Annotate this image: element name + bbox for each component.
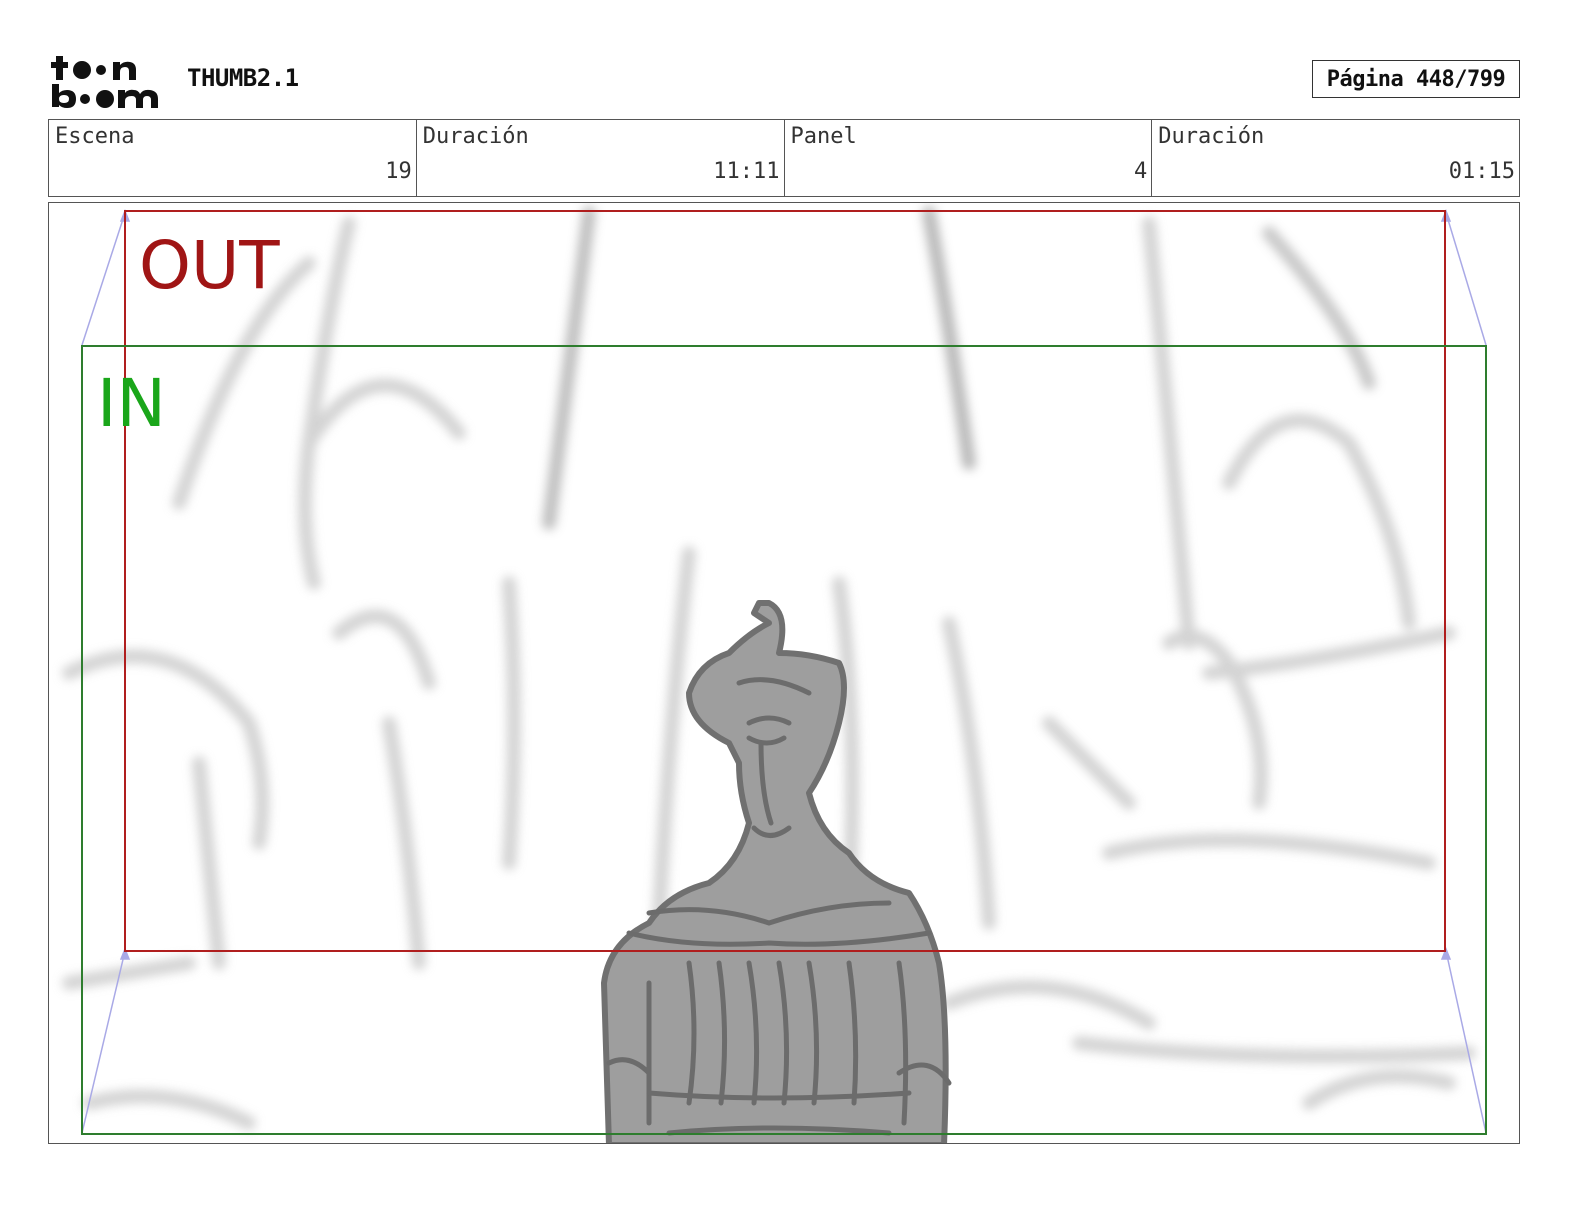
panel-value: 4 [1134,159,1148,184]
panel-drawing [62,206,1487,1143]
scene-duration-label: Duración [422,124,529,149]
panel-label: Panel [790,124,857,149]
camera-out-label: OUT [139,227,280,304]
scene-label: Escena [55,124,135,149]
scene-duration-cell: Duración 11:11 [417,120,785,196]
document-title: THUMB2.1 [187,64,299,92]
panel-cell: Panel 4 [785,120,1153,196]
storyboard-panel: OUT IN [48,202,1520,1144]
toon-boom-logo [50,50,166,112]
panel-duration-value: 01:15 [1448,159,1515,184]
scene-cell: Escena 19 [49,120,417,196]
panel-duration-cell: Duración 01:15 [1152,120,1519,196]
scene-info-table: Escena 19 Duración 11:11 Panel 4 Duració… [48,119,1520,197]
scene-duration-value: 11:11 [713,159,780,184]
scene-value: 19 [385,159,412,184]
panel-duration-label: Duración [1158,124,1265,149]
camera-in-label: IN [97,365,166,442]
page-indicator: Página 448/799 [1312,60,1520,98]
